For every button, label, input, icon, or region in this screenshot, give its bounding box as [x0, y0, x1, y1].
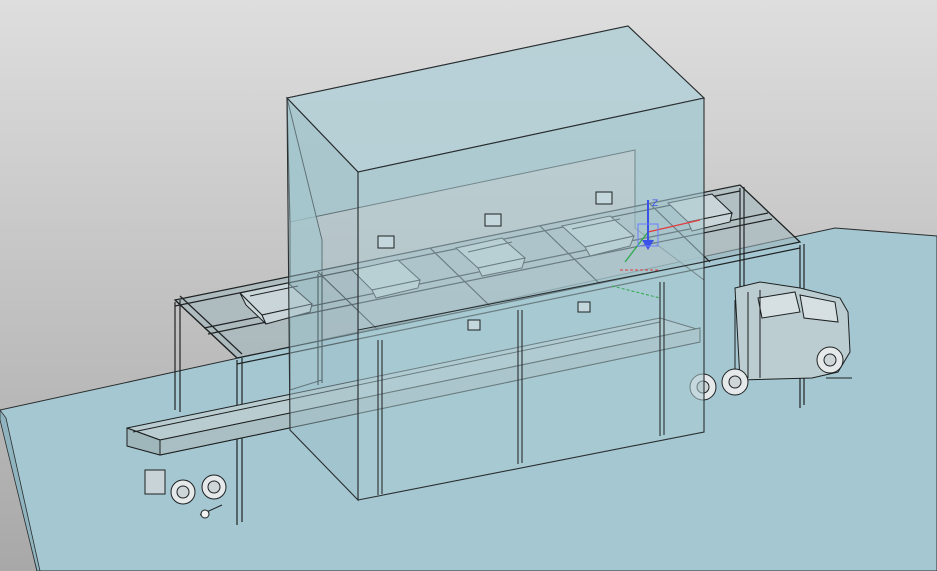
3d-model-view[interactable]: Z [0, 0, 937, 571]
front-building-enclosure[interactable] [285, 25, 706, 502]
triad-z-label: Z [652, 199, 658, 209]
cad-viewport[interactable]: Z [0, 0, 937, 571]
